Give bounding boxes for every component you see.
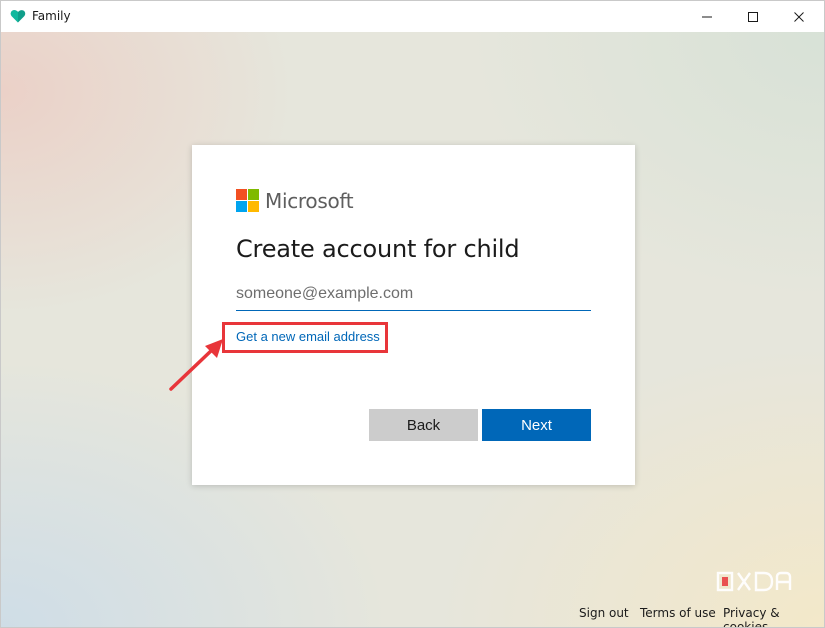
email-input[interactable] (236, 279, 591, 311)
family-heart-icon (10, 10, 26, 23)
get-new-email-link[interactable]: Get a new email address (236, 329, 380, 344)
title-bar: Family (1, 1, 824, 32)
family-window: Family Microsoft Create account for chil… (0, 0, 825, 628)
terms-of-use-link[interactable]: Terms of use (640, 606, 716, 620)
window-title: Family (32, 9, 71, 23)
maximize-icon (748, 11, 758, 22)
brand-name: Microsoft (265, 189, 354, 213)
next-button[interactable]: Next (482, 409, 591, 441)
minimize-icon (702, 16, 712, 17)
page-title: Create account for child (236, 235, 520, 263)
microsoft-logo-icon (236, 189, 259, 212)
close-button[interactable] (776, 1, 822, 32)
maximize-button[interactable] (730, 1, 776, 32)
content-area: Microsoft Create account for child Get a… (1, 32, 824, 627)
privacy-cookies-link[interactable]: Privacy & cookies (723, 606, 824, 627)
close-icon (794, 11, 804, 22)
back-button[interactable]: Back (369, 409, 478, 441)
create-account-card: Microsoft Create account for child Get a… (192, 145, 635, 485)
minimize-button[interactable] (684, 1, 730, 32)
xda-watermark-logo (716, 571, 792, 592)
sign-out-link[interactable]: Sign out (579, 606, 629, 620)
